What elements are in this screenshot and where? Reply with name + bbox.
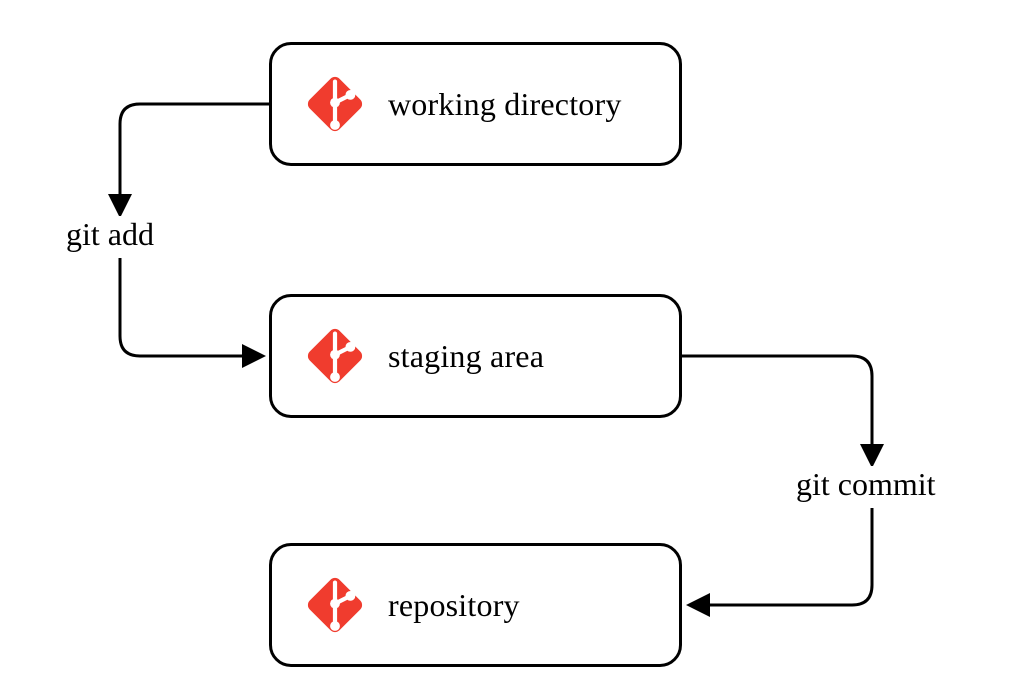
node-label-repository: repository	[388, 587, 520, 624]
node-label-working-directory: working directory	[388, 86, 622, 123]
git-icon	[296, 317, 374, 395]
edge-label-git-add: git add	[66, 216, 154, 253]
git-icon	[296, 65, 374, 143]
node-label-staging-area: staging area	[388, 338, 544, 375]
edge-label-git-commit: git commit	[796, 466, 936, 503]
git-workflow-diagram: working directory staging area	[0, 0, 1024, 691]
node-repository: repository	[269, 543, 682, 667]
node-working-directory: working directory	[269, 42, 682, 166]
node-staging-area: staging area	[269, 294, 682, 418]
git-icon	[296, 566, 374, 644]
